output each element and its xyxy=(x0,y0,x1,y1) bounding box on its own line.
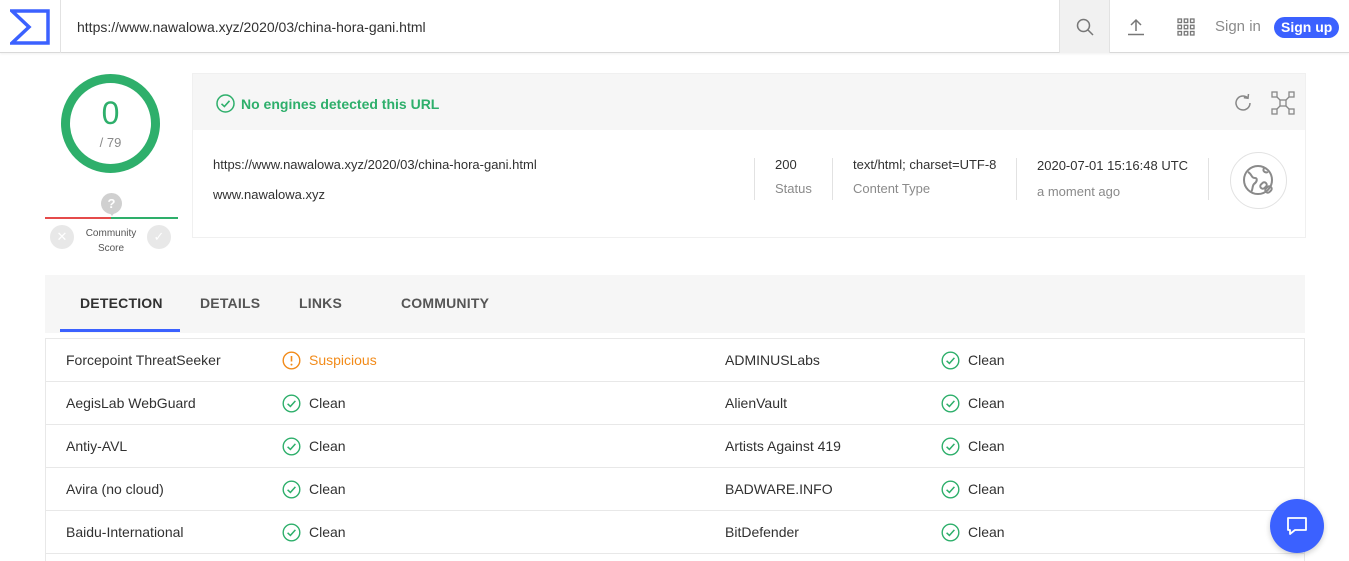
check-circle-icon xyxy=(282,523,301,542)
community-score: ? ✕ Community Score ✓ xyxy=(45,193,178,257)
detection-total: / 79 xyxy=(99,135,122,150)
status-label: Status xyxy=(775,181,812,196)
detection-result: Clean xyxy=(309,481,346,497)
check-circle-icon xyxy=(941,480,960,499)
check-circle-icon xyxy=(941,523,960,542)
apps-grid-icon xyxy=(1177,17,1195,36)
check-icon: ✓ xyxy=(153,229,165,244)
chat-bubble-icon xyxy=(1287,517,1307,535)
engine-name: ADMINUSLabs xyxy=(725,352,820,368)
url-type-badge xyxy=(1230,152,1287,209)
content-type-label: Content Type xyxy=(853,181,931,196)
detection-result: Clean xyxy=(968,438,1005,454)
analysis-date: 2020-07-01 15:16:48 UTC xyxy=(1037,158,1189,173)
summary-header: No engines detected this URL xyxy=(193,74,1305,130)
verdict-message: No engines detected this URL xyxy=(216,94,439,113)
active-tab-indicator xyxy=(60,329,180,332)
search-button[interactable] xyxy=(1059,0,1110,53)
vote-harmless-button[interactable]: ✓ xyxy=(147,225,171,249)
report-tabs: DETECTION DETAILS LINKS COMMUNITY xyxy=(45,275,1305,333)
divider xyxy=(1208,158,1209,200)
engine-name: Avira (no cloud) xyxy=(66,481,164,497)
engine-name: AegisLab WebGuard xyxy=(66,395,196,411)
community-score-badge: ? xyxy=(101,193,122,216)
check-circle-icon xyxy=(941,437,960,456)
summary-url: https://www.nawalowa.xyz/2020/03/china-h… xyxy=(213,157,537,172)
status-value: 200 xyxy=(775,157,797,172)
check-circle-icon xyxy=(941,394,960,413)
check-circle-icon xyxy=(282,480,301,499)
engine-name: Antiy-AVL xyxy=(66,438,128,454)
upload-button[interactable] xyxy=(1118,0,1154,53)
community-negative-bar xyxy=(45,217,111,219)
check-circle-icon xyxy=(282,437,301,456)
globe-link-icon xyxy=(1242,164,1273,195)
detection-result: Clean xyxy=(968,481,1005,497)
sign-up-button[interactable]: Sign up xyxy=(1274,17,1340,38)
table-row: Avira (no cloud) Clean BADWARE.INFO Clean xyxy=(46,468,1304,511)
upload-icon xyxy=(1128,18,1144,35)
sigma-logo-icon[interactable] xyxy=(10,9,50,45)
detection-result: Clean xyxy=(309,524,346,540)
tab-details[interactable]: DETAILS xyxy=(200,295,260,311)
detection-table: Forcepoint ThreatSeeker Suspicious ADMINUS… xyxy=(45,338,1305,561)
top-bar: Sign in Sign up xyxy=(0,0,1349,53)
table-row: Forcepoint ThreatSeeker Suspicious ADMINUS… xyxy=(46,339,1304,382)
verdict-text: No engines detected this URL xyxy=(241,96,440,112)
search-input[interactable] xyxy=(60,0,1059,53)
community-positive-bar xyxy=(111,217,178,219)
divider xyxy=(1016,158,1017,200)
detection-result: Clean xyxy=(968,352,1005,368)
close-icon: ✕ xyxy=(56,229,68,244)
check-circle-icon xyxy=(282,394,301,413)
community-label-line1: Community xyxy=(85,228,137,239)
sign-in-link[interactable]: Sign in xyxy=(1215,18,1261,35)
divider xyxy=(832,158,833,200)
search-icon xyxy=(1076,18,1094,36)
engine-name: BADWARE.INFO xyxy=(725,481,833,497)
tab-community[interactable]: COMMUNITY xyxy=(401,295,489,311)
check-circle-icon xyxy=(216,94,235,113)
detection-result: Clean xyxy=(309,438,346,454)
divider xyxy=(754,158,755,200)
reanalyze-icon[interactable] xyxy=(1231,91,1255,115)
detection-count: 0 xyxy=(101,95,120,131)
tab-detection[interactable]: DETECTION xyxy=(80,295,163,311)
summary-card: No engines detected this URL https://www… xyxy=(192,73,1306,238)
engine-name: AlienVault xyxy=(725,395,788,411)
tab-links[interactable]: LINKS xyxy=(299,295,342,311)
engine-name: BitDefender xyxy=(725,524,799,540)
graph-icon[interactable] xyxy=(1271,91,1295,115)
check-circle-icon xyxy=(941,351,960,370)
table-row: Antiy-AVL Clean Artists Against 419 Clean xyxy=(46,425,1304,468)
chat-button[interactable] xyxy=(1270,499,1324,553)
content-type-value: text/html; charset=UTF-8 xyxy=(853,157,997,172)
vote-malicious-button[interactable]: ✕ xyxy=(50,225,74,249)
table-row: AegisLab WebGuard Clean AlienVault Clean xyxy=(46,382,1304,425)
engine-name: Baidu-International xyxy=(66,524,184,540)
community-label-line2: Score xyxy=(97,243,125,254)
table-row: Baidu-International Clean BitDefender Clean xyxy=(46,511,1304,554)
detection-result: Clean xyxy=(968,395,1005,411)
community-score-label: Community Score xyxy=(79,226,143,256)
apps-menu-button[interactable] xyxy=(1168,0,1204,53)
detection-result: Clean xyxy=(968,524,1005,540)
engine-name: Artists Against 419 xyxy=(725,438,841,454)
engine-name: Forcepoint ThreatSeeker xyxy=(66,352,221,368)
detection-result: Suspicious xyxy=(309,352,377,368)
info-circle-icon xyxy=(282,351,301,370)
detection-result: Clean xyxy=(309,395,346,411)
analysis-relative-time: a moment ago xyxy=(1037,184,1121,199)
summary-domain[interactable]: www.nawalowa.xyz xyxy=(213,187,325,202)
